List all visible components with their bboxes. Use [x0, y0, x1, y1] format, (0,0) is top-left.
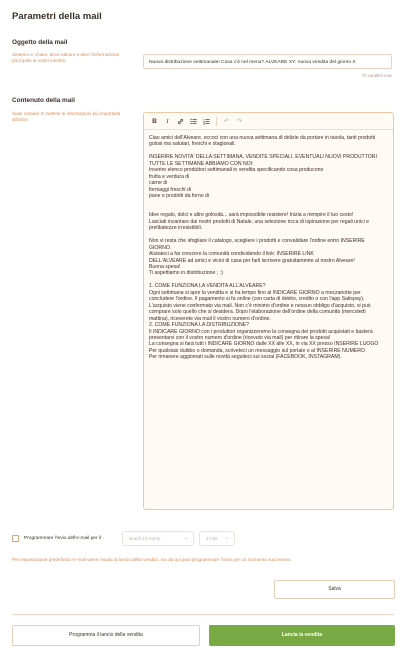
bullet-list-icon[interactable]: [188, 116, 199, 127]
editor-line: Non vi resta che sfogliare il catalogo, …: [149, 238, 365, 251]
editor-line: Il INDICARE GIORNO con i produttori orga…: [149, 328, 373, 341]
bold-button[interactable]: B: [149, 116, 160, 127]
toolbar-divider: [216, 116, 217, 126]
schedule-launch-button[interactable]: Programma il lancio della vendita: [12, 625, 200, 646]
editor-text-area[interactable]: Ciao amici dell'Alveare, eccoci con una …: [144, 130, 393, 361]
schedule-note: Per impostazione predefinita l'e-mail vi…: [12, 557, 292, 562]
schedule-label: Programmare l'invio dell'e-mail per il: [24, 536, 102, 541]
editor-line: INSERIRE NOVITA' DELLA SETTIMANA, VENDIT…: [149, 154, 377, 161]
editor-line: Ciao amici dell'Alveare, eccoci con una …: [149, 135, 376, 148]
editor-line: Per rimanere aggiornati sulle novità seg…: [149, 354, 342, 361]
mail-content-editor[interactable]: B I ↶ ↷ Ciao amici dell'Alveare, eccoci …: [143, 112, 394, 510]
launch-sale-button[interactable]: Lancia la vendita: [209, 625, 395, 646]
editor-line: DELL'ALVEARE ad amici e vicini di casa p…: [149, 257, 355, 264]
editor-line: La consegna si farà tutti i INDICARE GIO…: [149, 341, 379, 348]
content-section-title: Contenuto della mail: [12, 97, 75, 104]
subject-section-description: Sintetico e chiaro, deve attirare e dare…: [12, 52, 120, 64]
editor-line: Idee regalo, dolci e altre golosità... s…: [149, 212, 354, 219]
schedule-time-value: 17:00: [206, 536, 217, 541]
chevron-down-icon: ⌄: [183, 535, 188, 541]
schedule-checkbox[interactable]: [12, 535, 19, 542]
ordered-list-icon[interactable]: [201, 116, 212, 127]
schedule-time-select[interactable]: 17:00 ⌄: [199, 531, 235, 546]
schedule-date-select[interactable]: lunedì 13 marzo ⌄: [122, 531, 194, 546]
italic-button[interactable]: I: [162, 116, 173, 127]
undo-icon[interactable]: ↶: [221, 116, 232, 127]
editor-line: Lasciati incantare dai nostri prodotti d…: [149, 218, 370, 232]
chevron-down-icon: ⌄: [224, 535, 229, 541]
content-section-description: Siate creativi! E mettete le informazion…: [12, 111, 121, 123]
subject-input[interactable]: Nuova distribuzione settimanale! Cosa c'…: [143, 54, 392, 69]
editor-toolbar: B I ↶ ↷: [144, 113, 393, 130]
save-button[interactable]: Salva: [274, 580, 395, 599]
schedule-option: Programmare l'invio dell'e-mail per il: [12, 531, 101, 546]
subject-char-counter: Tit caratteri max: [362, 73, 392, 78]
editor-line: Ogni settimana si apre la vendita e si h…: [149, 289, 371, 322]
footer-divider: [12, 614, 394, 615]
page-title: Parametri della mail: [12, 11, 102, 22]
subject-section-title: Oggetto della mail: [12, 39, 68, 46]
link-icon[interactable]: [175, 116, 186, 127]
schedule-date-value: lunedì 13 marzo: [129, 536, 161, 541]
redo-icon[interactable]: ↷: [234, 116, 245, 127]
